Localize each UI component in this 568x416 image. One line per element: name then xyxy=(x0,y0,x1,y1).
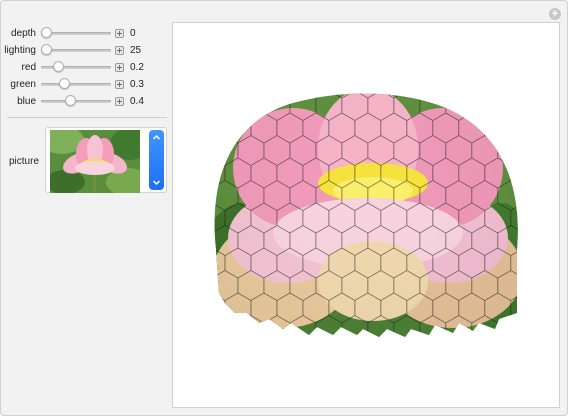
picture-selector[interactable] xyxy=(45,127,167,193)
plus-icon[interactable] xyxy=(115,79,124,89)
lotus-thumbnail-image xyxy=(50,130,140,193)
plus-icon[interactable] xyxy=(115,45,124,55)
manipulate-panel: + depth 0 lighting 25 red 0.2 green 0.3 … xyxy=(0,0,568,416)
green-control: green 0.3 xyxy=(1,77,166,91)
slider-track xyxy=(41,100,111,103)
depth-value: 0 xyxy=(130,27,136,39)
divider xyxy=(7,117,167,118)
slider-track xyxy=(41,83,111,86)
picture-label: picture xyxy=(9,156,40,167)
lighting-value: 25 xyxy=(130,44,142,56)
lighting-slider[interactable] xyxy=(41,44,111,56)
red-slider[interactable] xyxy=(41,61,111,73)
lighting-label: lighting xyxy=(4,44,36,56)
picture-scroll-button[interactable] xyxy=(149,130,164,190)
blue-value: 0.4 xyxy=(130,95,144,107)
green-label: green xyxy=(10,78,36,90)
plus-icon[interactable] xyxy=(115,28,124,38)
slider-thumb[interactable] xyxy=(65,95,76,106)
hex-dome-graphic[interactable] xyxy=(173,23,559,407)
plus-icon[interactable] xyxy=(115,96,124,106)
add-icon[interactable]: + xyxy=(549,8,561,20)
depth-slider[interactable] xyxy=(41,27,111,39)
depth-control: depth 0 xyxy=(1,26,166,40)
slider-thumb[interactable] xyxy=(53,61,64,72)
slider-thumb[interactable] xyxy=(59,78,70,89)
blue-slider[interactable] xyxy=(41,95,111,107)
green-value: 0.3 xyxy=(130,78,144,90)
slider-thumb[interactable] xyxy=(41,44,52,55)
slider-thumb[interactable] xyxy=(41,27,52,38)
lighting-control: lighting 25 xyxy=(1,43,166,57)
red-value: 0.2 xyxy=(130,61,144,73)
blue-label: blue xyxy=(17,95,36,107)
red-label: red xyxy=(21,61,36,73)
green-slider[interactable] xyxy=(41,78,111,90)
output-canvas xyxy=(172,22,560,408)
slider-track xyxy=(41,66,111,69)
chevron-up-icon[interactable] xyxy=(152,133,161,142)
depth-label: depth xyxy=(10,27,36,39)
blue-control: blue 0.4 xyxy=(1,94,166,108)
plus-icon[interactable] xyxy=(115,62,124,72)
red-control: red 0.2 xyxy=(1,60,166,74)
picture-thumbnail[interactable] xyxy=(50,130,140,193)
chevron-down-icon[interactable] xyxy=(152,178,161,187)
